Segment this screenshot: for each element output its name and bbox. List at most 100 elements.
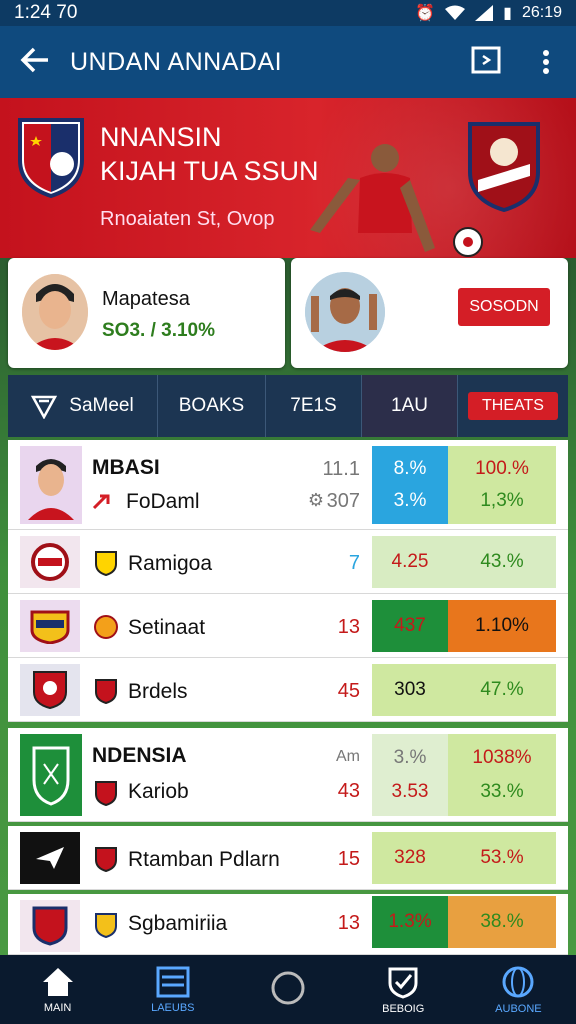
row-c2-value: 1.10%: [475, 615, 529, 636]
row-num: 307: [326, 490, 360, 512]
row-name: Ramigoa: [128, 552, 213, 575]
gear-icon: ⚙: [307, 490, 324, 510]
row-name: Setinaat: [128, 616, 206, 639]
app-bar: UNDAN ANNADAI: [0, 26, 576, 98]
small-badge-icon: [95, 551, 117, 576]
row-c2-value: 47.%: [480, 679, 524, 700]
club-badge-icon: [33, 671, 67, 710]
table-row[interactable]: Setinaat 13 437 1.10%: [8, 594, 568, 658]
player-portrait-icon: [22, 274, 88, 350]
nav-item-badge[interactable]: BEBOIG: [346, 955, 461, 1024]
filter-icon: [31, 395, 58, 419]
row-num: 13: [337, 616, 360, 638]
tab-3[interactable]: 1AU: [362, 375, 458, 437]
row-c1-value: 303: [394, 679, 426, 700]
small-badge-icon: [95, 913, 117, 938]
row-c1-value: 3.53: [391, 781, 429, 802]
nav-label: LAEUBS: [151, 1001, 195, 1014]
status-right-text: 26:19: [521, 4, 562, 21]
share-icon: [471, 46, 501, 74]
row-num: 13: [337, 912, 360, 934]
group-header[interactable]: MBASI FoDaml 11.1 ⚙ 307 8.% 3.% 100.% 1,…: [8, 440, 568, 530]
tab-1[interactable]: BOAKS: [158, 375, 266, 437]
row-c2-value: 38.%: [480, 911, 524, 932]
table-row[interactable]: Ramigoa 7 4.25 43.%: [8, 530, 568, 594]
table-row[interactable]: Brdels 45 303 47.%: [8, 658, 568, 722]
thumb-bg: [20, 536, 80, 588]
group-header-c1: 3.% 3.53: [372, 734, 448, 816]
row-name: Rtamban Pdlarn: [128, 848, 280, 871]
nav-item-list[interactable]: LAEUBS: [115, 955, 230, 1024]
player-name: Mapatesa: [102, 288, 190, 310]
back-button[interactable]: [0, 43, 70, 82]
row-name: FoDaml: [126, 490, 200, 513]
signal-icon: [475, 5, 494, 21]
club-badge-icon: [31, 543, 69, 581]
team-logo-icon: [468, 122, 540, 212]
small-badge-icon: [95, 679, 117, 704]
player-avatar: [22, 274, 88, 350]
battery-icon: ▮: [503, 5, 512, 22]
table-row[interactable]: Sgbamiriia 13 1.3% 38.%: [8, 894, 568, 955]
nav-item-profile[interactable]: AUBONE: [461, 955, 576, 1024]
row-c2: 47.%: [448, 664, 556, 716]
bottom-nav: MAIN LAEUBS BEBOIG AUBONE: [0, 955, 576, 1024]
tab-1-label: BOAKS: [178, 395, 245, 416]
row-c1-value: 3.%: [393, 490, 427, 511]
highlight-avatar: [305, 272, 385, 352]
circle-home-icon: [271, 971, 305, 1004]
arrow-logo-icon: [36, 847, 64, 869]
nav-item-main[interactable]: MAIN: [0, 955, 115, 1024]
highlight-button[interactable]: SOSODN: [458, 288, 550, 326]
tab-3-label: 1AU: [391, 395, 428, 416]
row-num: 45: [337, 680, 360, 702]
row-c2: 53.%: [448, 832, 556, 884]
row-c1-value: 1.3%: [388, 911, 432, 932]
wifi-icon: [445, 5, 466, 20]
tab-2[interactable]: 7E1S: [266, 375, 362, 437]
nav-label: BEBOIG: [382, 1002, 425, 1015]
banner-subtitle: Rnoaiaten St, Ovop: [100, 208, 275, 230]
row-c1-value: 437: [394, 615, 426, 636]
more-options-button[interactable]: [516, 49, 576, 75]
nav-label: MAIN: [43, 1001, 72, 1014]
trend-up-icon: [92, 494, 110, 510]
player-figure: [310, 144, 483, 257]
page-title: UNDAN ANNADAI: [70, 47, 283, 76]
featured-player-card[interactable]: Mapatesa SO3. / 3.10%: [8, 258, 285, 368]
row-c1: 1.3%: [372, 896, 448, 948]
tab-4[interactable]: THEATS: [458, 375, 568, 437]
thumb-bg: [20, 832, 80, 884]
row-num: 15: [337, 848, 360, 870]
more-vert-icon: [543, 50, 549, 74]
alarm-icon: ⏰: [415, 5, 436, 22]
nav-label: AUBONE: [495, 1002, 542, 1015]
status-icons: ⏰ ▮ 26:19: [415, 3, 562, 23]
share-button[interactable]: [456, 46, 516, 78]
group-header-num: 11.1: [322, 458, 360, 480]
group-title: NDENSIA: [92, 744, 187, 767]
group-header-c2: 1038% 33.%: [448, 734, 556, 816]
row-c2-value: 33.%: [480, 781, 524, 802]
group-header-c1: 8.% 3.%: [372, 446, 448, 524]
row-c1: 4.25: [372, 536, 448, 588]
featured-highlight-card[interactable]: SOSODN: [291, 258, 568, 368]
tab-0[interactable]: SaMeel: [8, 375, 158, 437]
group-header[interactable]: NDENSIA Kariob Am 43 3.% 3.53 1038% 33.%: [8, 728, 568, 822]
club-badge-icon: [32, 906, 68, 946]
row-c1: 437: [372, 600, 448, 652]
status-bar: 1:24 70 ⏰ ▮ 26:19: [0, 0, 576, 26]
small-badge-icon: [95, 781, 117, 806]
banner-line1: NNANSIN: [100, 122, 222, 152]
nav-item-home-button[interactable]: [230, 955, 345, 1024]
celebrating-player-icon: [305, 272, 385, 352]
club-crest-icon: [32, 746, 70, 806]
row-c2-value: 1,3%: [480, 490, 524, 511]
small-badge-icon: [95, 847, 117, 872]
tab-0-label: SaMeel: [69, 395, 134, 416]
small-badge-icon: [94, 615, 118, 639]
club-badge-icon: [30, 610, 70, 644]
status-time: 1:24 70: [14, 2, 78, 23]
table-row[interactable]: Rtamban Pdlarn 15 328 53.%: [8, 826, 568, 890]
group-header-num: Am: [336, 748, 360, 765]
